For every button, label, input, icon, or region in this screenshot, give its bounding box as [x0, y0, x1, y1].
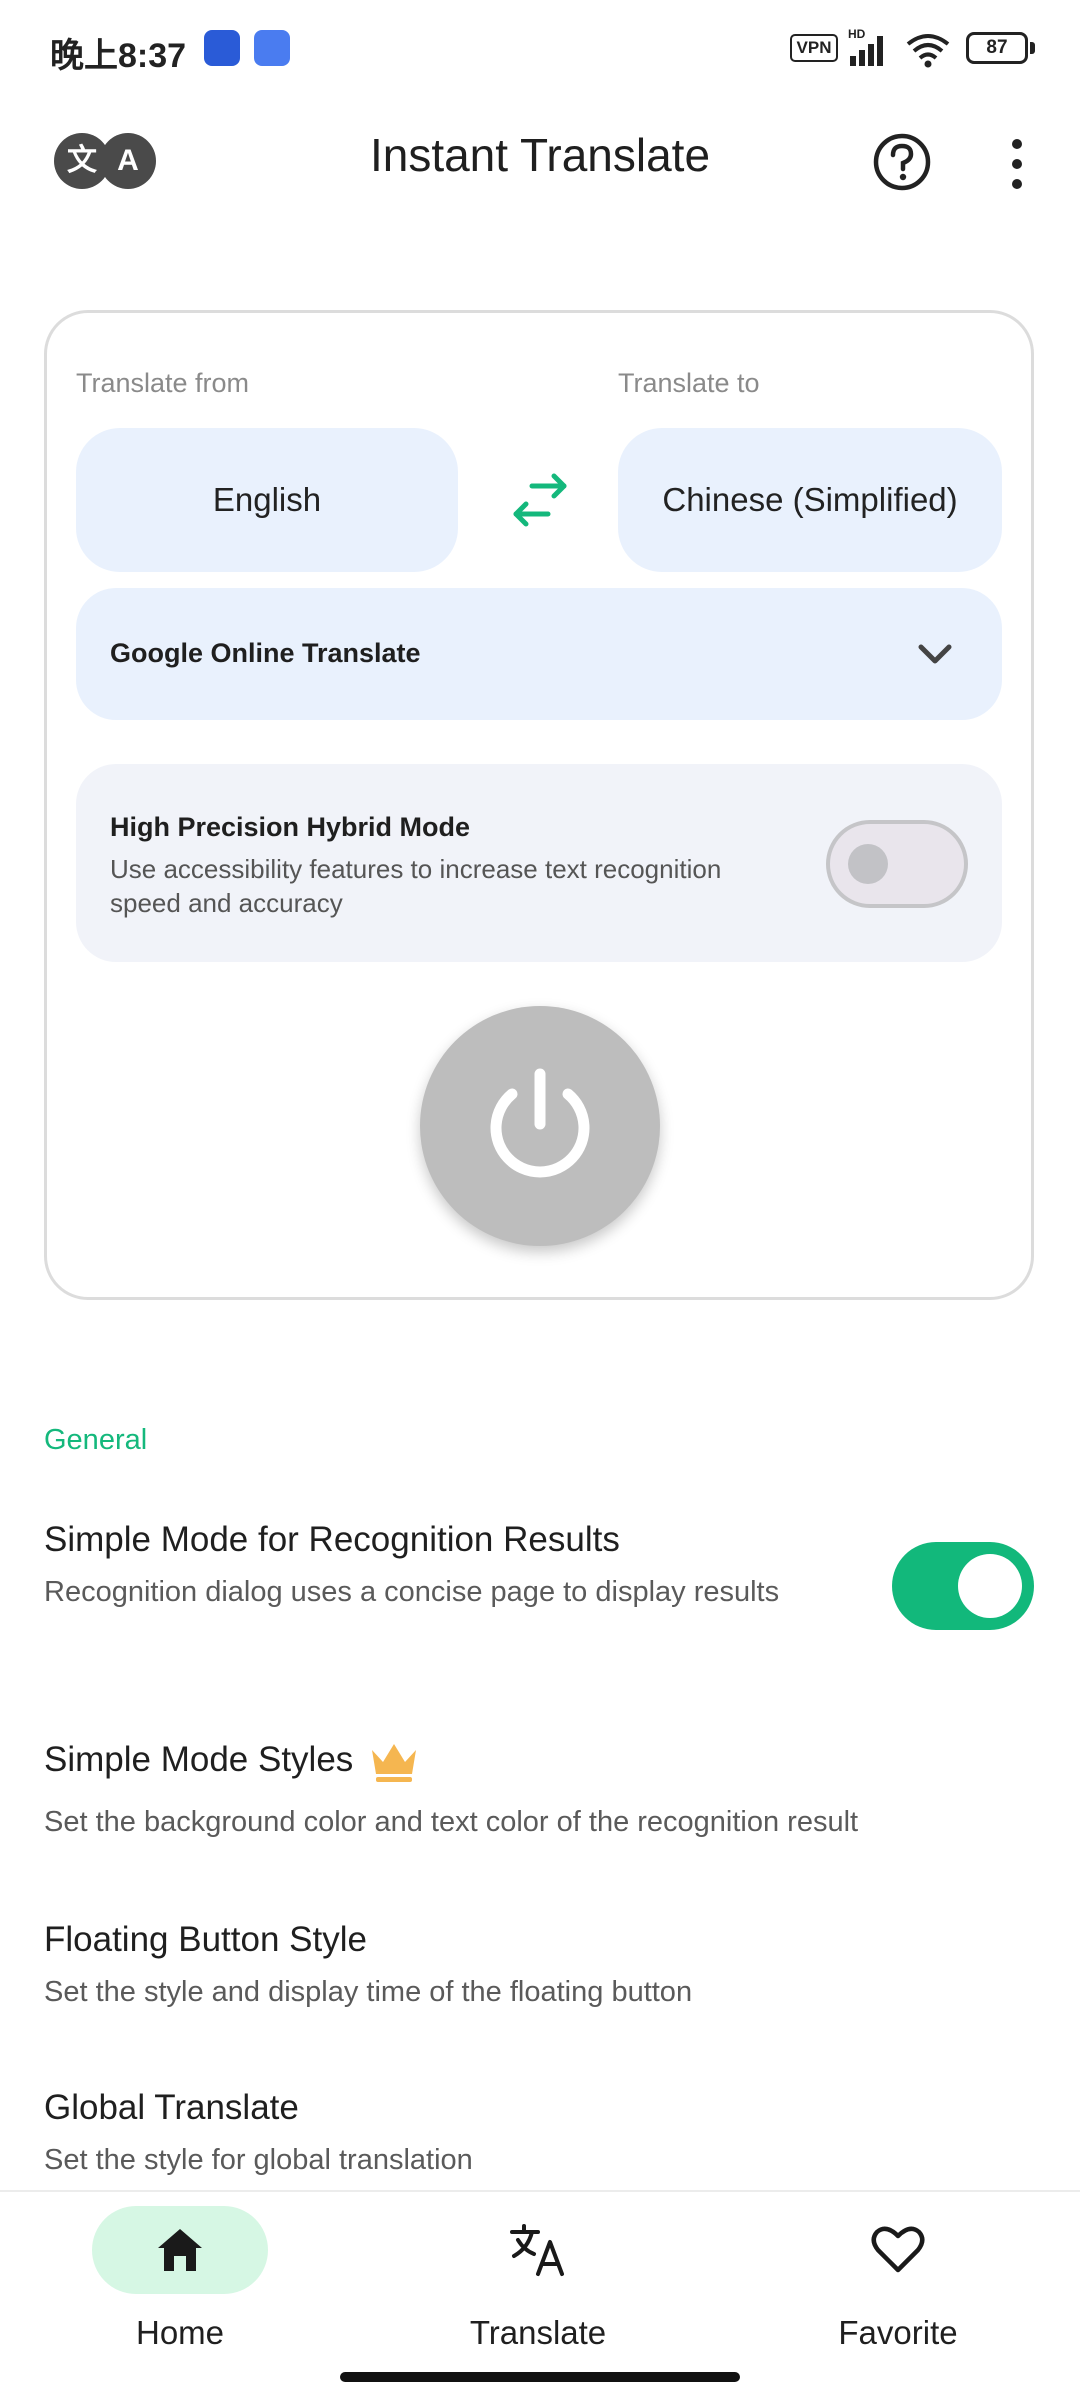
battery-tip: [1030, 42, 1035, 54]
hybrid-mode-description: Use accessibility features to increase t…: [110, 854, 722, 918]
source-language-button[interactable]: English: [76, 428, 458, 572]
status-time: 晚上8:37: [50, 37, 187, 75]
hybrid-mode-toggle[interactable]: [826, 820, 968, 908]
gesture-navigation-bar[interactable]: [340, 2372, 740, 2382]
chevron-down-icon[interactable]: [916, 640, 954, 668]
setting-global-translate-title[interactable]: Global Translate: [44, 2088, 299, 2128]
help-icon[interactable]: [872, 132, 932, 192]
home-icon[interactable]: [154, 2226, 206, 2274]
status-bar: 晚上8:37 VPN HD 87: [0, 0, 1080, 96]
setting-simple-mode-styles-title[interactable]: Simple Mode Styles: [44, 1740, 353, 1780]
setting-simple-mode-title[interactable]: Simple Mode for Recognition Results: [44, 1520, 620, 1560]
more-vert-icon[interactable]: [1000, 134, 1034, 194]
nav-favorite-label[interactable]: Favorite: [778, 2314, 1018, 2352]
translate-icon[interactable]: [508, 2222, 568, 2278]
notification-app-icon: [254, 30, 290, 66]
swap-languages-icon[interactable]: [508, 472, 572, 528]
translation-engine-label: Google Online Translate: [110, 638, 421, 668]
setting-floating-button-description: Set the style and display time of the fl…: [44, 1976, 693, 2008]
vpn-indicator: VPN: [790, 34, 838, 62]
network-type: HD: [848, 28, 866, 41]
section-header-general: General: [44, 1424, 148, 1456]
heart-icon[interactable]: [870, 2224, 926, 2274]
hybrid-mode-title: High Precision Hybrid Mode: [110, 812, 471, 842]
toggle-knob: [848, 844, 888, 884]
target-language-label: Chinese (Simplified): [662, 481, 958, 518]
battery-indicator: 87: [966, 32, 1028, 64]
simple-mode-toggle[interactable]: [892, 1542, 1034, 1630]
setting-global-translate-description: Set the style for global translation: [44, 2144, 473, 2176]
power-icon: [490, 1068, 590, 1178]
signal-icon: HD: [848, 27, 892, 68]
setting-simple-mode-description: Recognition dialog uses a concise page t…: [44, 1576, 780, 1608]
notification-app-icon: [204, 30, 240, 66]
translate-from-label: Translate from: [76, 368, 250, 398]
setting-simple-mode-styles-description: Set the background color and text color …: [44, 1806, 859, 1838]
nav-translate-label[interactable]: Translate: [418, 2314, 658, 2352]
power-button[interactable]: [420, 1006, 660, 1246]
crown-icon: [368, 1740, 420, 1784]
setting-floating-button-title[interactable]: Floating Button Style: [44, 1920, 367, 1960]
wifi-icon: [904, 30, 952, 68]
target-language-button[interactable]: Chinese (Simplified): [618, 428, 1002, 572]
nav-home-label[interactable]: Home: [60, 2314, 300, 2352]
source-language-label: English: [212, 481, 322, 518]
toggle-knob: [958, 1554, 1022, 1618]
translate-to-label: Translate to: [618, 368, 760, 398]
